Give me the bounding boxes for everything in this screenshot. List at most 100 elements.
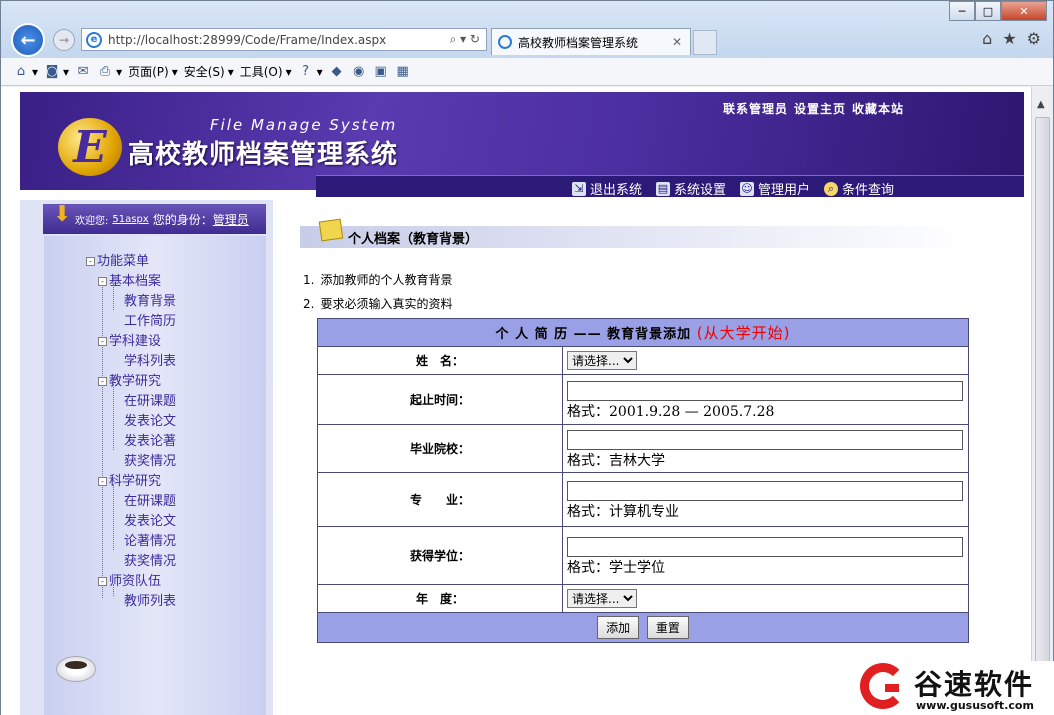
tree-group-teaching[interactable]: - 教学研究 — [98, 370, 161, 389]
tab-close-icon[interactable]: ✕ — [672, 35, 682, 49]
tree-item-teach-books[interactable]: 发表论著 — [124, 430, 176, 449]
tree-item-res-awards[interactable]: 获奖情况 — [124, 550, 176, 569]
reset-button[interactable]: 重置 — [646, 616, 689, 639]
tree-item-subject-list[interactable]: 学科列表 — [124, 350, 176, 369]
research-icon: ▣ — [374, 64, 387, 79]
tools-menu-label: 工具(O) — [239, 65, 283, 79]
year-select[interactable]: 请选择... — [567, 589, 637, 608]
page-viewport: 联系管理员 设置主页 收藏本站 E File Manage System 高校教… — [1, 87, 1031, 715]
form-header: 个 人 简 历 —— 教育背景添加 (从大学开始) — [317, 318, 969, 347]
period-cell: 格式：2001.9.28 — 2005.7.28 — [562, 374, 969, 425]
tree-line — [113, 284, 114, 310]
school-cell: 格式：吉林大学 — [562, 424, 969, 473]
period-input[interactable] — [567, 380, 963, 401]
tree-line — [102, 278, 103, 598]
tree-item-work[interactable]: 工作简历 — [124, 310, 176, 329]
set-home-link[interactable]: 设置主页 — [794, 100, 846, 117]
title-bar: ─ □ ✕ ← → e http://localhost:28999/Code/… — [1, 1, 1053, 58]
tree-root[interactable]: - 功能菜单 — [86, 250, 149, 269]
period-hint: 格式：2001.9.28 — 2005.7.28 — [567, 403, 775, 420]
collapse-icon: - — [98, 337, 107, 346]
left-panel: ⬇ 欢迎您: 51aspx 您的身份： 管理员 - 功能菜单 - 基本档案 教育背景… — [20, 200, 273, 715]
period-label: 起止时间： — [317, 374, 563, 425]
maximize-button[interactable]: □ — [975, 1, 1001, 21]
safety-menu[interactable]: 安全(S) ▾ — [184, 63, 234, 80]
tree-item-res-books[interactable]: 论著情况 — [124, 530, 176, 549]
tree-group-label: 基本档案 — [109, 274, 162, 289]
tree-root-label: 功能菜单 — [97, 254, 150, 269]
degree-input[interactable] — [567, 536, 963, 557]
minimize-button[interactable]: ─ — [949, 1, 975, 21]
add-button[interactable]: 添加 — [597, 616, 640, 639]
form-header-text: 个 人 简 历 —— 教育背景添加 — [495, 327, 692, 342]
major-hint: 格式：计算机专业 — [567, 503, 679, 520]
instructions: 1. 添加教师的个人教育背景 2. 要求必须输入真实的资料 — [303, 268, 458, 316]
home-cmd[interactable]: ⌂ ▾ — [13, 64, 38, 80]
identity-label: 您的身份： — [152, 212, 213, 227]
gear-icon[interactable]: ⚙ — [1027, 29, 1041, 48]
addon-cmd-4[interactable]: ▦ — [395, 64, 411, 80]
address-tools[interactable]: ⌕ ▾ ↻ — [450, 32, 480, 47]
addon-cmd-3[interactable]: ▣ — [373, 64, 389, 80]
scroll-thumb[interactable] — [1035, 117, 1050, 677]
tree-group-subject[interactable]: - 学科建设 — [98, 330, 161, 349]
user-name-link[interactable]: 51aspx — [112, 214, 148, 225]
function-menu-tree: - 功能菜单 - 基本档案 教育背景 工作简历 - 学科建设 学科列表 - 教学研究 在… — [44, 236, 266, 715]
nav-search-label: 条件查询 — [841, 183, 894, 198]
tree-group-faculty[interactable]: - 师资队伍 — [98, 570, 161, 589]
mail-cmd[interactable]: ✉ — [75, 64, 91, 80]
instruction-item: 1. 添加教师的个人教育背景 — [303, 273, 453, 287]
tree-item-teach-topics[interactable]: 在研课题 — [124, 390, 176, 409]
help-menu[interactable]: ? ▾ — [298, 64, 322, 80]
scroll-up-icon[interactable]: ▲ — [1037, 99, 1045, 110]
watermark-name: 谷速软件 — [914, 668, 1035, 701]
tree-item-education[interactable]: 教育背景 — [124, 290, 176, 309]
tree-item-teach-papers[interactable]: 发表论文 — [124, 410, 176, 429]
addon-cmd-1[interactable]: ◆ — [329, 64, 345, 80]
tree-item-teach-awards[interactable]: 获奖情况 — [124, 450, 176, 469]
browser-right-icons: ⌂ ★ ⚙ — [982, 29, 1041, 48]
feeds-cmd[interactable]: ◙ ▾ — [44, 64, 69, 80]
vertical-scrollbar[interactable]: ▲ — [1031, 87, 1053, 715]
address-bar[interactable]: e http://localhost:28999/Code/Frame/Inde… — [81, 28, 487, 51]
contact-admin-link[interactable]: 联系管理员 — [723, 100, 788, 117]
tree-item-res-topics[interactable]: 在研课题 — [124, 490, 176, 509]
tree-line — [113, 484, 114, 550]
main-content: 个人档案（教育背景） 1. 添加教师的个人教育背景 2. 要求必须输入真实的资料 个… — [279, 208, 1017, 715]
safety-menu-label: 安全(S) — [183, 65, 225, 79]
print-cmd[interactable]: ⎙ ▾ — [97, 64, 122, 80]
nav-search[interactable]: ⌕ 条件查询 — [823, 179, 894, 198]
tools-menu[interactable]: 工具(O) ▾ — [240, 63, 292, 80]
year-cell: 请选择... — [562, 584, 969, 613]
back-button[interactable]: ← — [11, 23, 45, 57]
browser-tab[interactable]: 高校教师档案管理系统 ✕ — [491, 28, 691, 55]
tree-item-teacher-list[interactable]: 教师列表 — [124, 590, 176, 609]
page-menu[interactable]: 页面(P) ▾ — [128, 63, 178, 80]
degree-cell: 格式：学士学位 — [562, 526, 969, 585]
addon-cmd-2[interactable]: ◉ — [351, 64, 367, 80]
new-tab-button[interactable] — [693, 30, 717, 55]
nav-users[interactable]: ☺ 管理用户 — [739, 179, 810, 198]
tree-group-basic[interactable]: - 基本档案 — [98, 270, 161, 289]
bookmark-link[interactable]: 收藏本站 — [852, 100, 904, 117]
major-input[interactable] — [567, 480, 963, 501]
ie-icon: e — [86, 31, 102, 48]
school-input[interactable] — [567, 429, 963, 450]
role-link[interactable]: 管理员 — [213, 211, 249, 228]
name-select[interactable]: 请选择... — [567, 351, 637, 370]
grid-icon: ▦ — [396, 64, 409, 79]
tree-item-res-papers[interactable]: 发表论文 — [124, 510, 176, 529]
forward-button[interactable]: → — [53, 29, 75, 51]
tree-line — [113, 584, 114, 596]
close-window-button[interactable]: ✕ — [1001, 1, 1047, 21]
top-nav-strip: ⇲ 退出系统 ▤ 系统设置 ☺ 管理用户 ⌕ 条件查询 — [316, 175, 1024, 198]
favorites-icon[interactable]: ★ — [1002, 29, 1016, 48]
home-icon[interactable]: ⌂ — [982, 29, 992, 48]
nav-settings[interactable]: ▤ 系统设置 — [655, 179, 726, 198]
tree-group-research[interactable]: - 科学研究 — [98, 470, 161, 489]
form-header-note: (从大学开始) — [696, 324, 791, 342]
tree-group-label: 学科建设 — [109, 334, 162, 349]
nav-exit[interactable]: ⇲ 退出系统 — [571, 179, 642, 198]
top-nav: ⇲ 退出系统 ▤ 系统设置 ☺ 管理用户 ⌕ 条件查询 — [571, 179, 894, 198]
home-cmd-icon: ⌂ — [16, 64, 26, 79]
